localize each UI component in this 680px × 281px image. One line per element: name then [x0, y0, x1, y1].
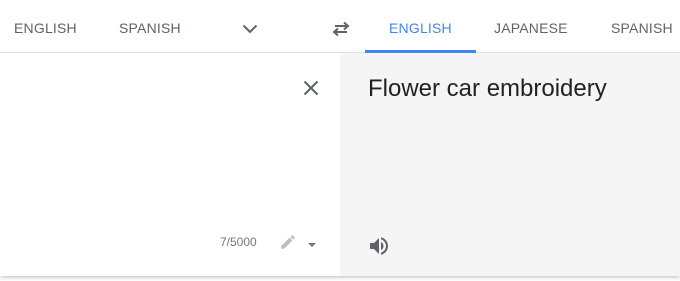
- chevron-down-icon[interactable]: [238, 17, 262, 41]
- caret-down-icon[interactable]: [306, 237, 318, 247]
- translate-card: ENGLISH SPANISH ENGLISH JAPANESE SPANISH…: [0, 0, 680, 276]
- tab-label: JAPANESE: [494, 20, 568, 36]
- language-bar: ENGLISH SPANISH ENGLISH JAPANESE SPANISH: [0, 5, 680, 53]
- swap-icon[interactable]: [329, 17, 353, 41]
- source-lang-tab-spanish[interactable]: SPANISH: [119, 5, 181, 52]
- target-lang-tab-spanish[interactable]: SPANISH: [611, 5, 673, 52]
- translation-text: Flower car embroidery: [368, 75, 607, 102]
- pencil-icon[interactable]: [279, 233, 297, 251]
- target-lang-tab-japanese[interactable]: JAPANESE: [494, 5, 568, 52]
- target-pane: Flower car embroidery: [340, 53, 680, 276]
- target-lang-tab-english[interactable]: ENGLISH: [365, 5, 476, 53]
- tab-label: ENGLISH: [14, 20, 77, 36]
- source-pane: 7/5000: [0, 53, 340, 276]
- tab-label: SPANISH: [611, 20, 673, 36]
- source-text-input[interactable]: [24, 73, 288, 227]
- speaker-icon[interactable]: [367, 234, 391, 258]
- close-icon[interactable]: [299, 76, 323, 100]
- tab-label: ENGLISH: [389, 20, 452, 36]
- source-lang-tab-english[interactable]: ENGLISH: [14, 5, 77, 52]
- character-count: 7/5000: [220, 235, 257, 249]
- tab-label: SPANISH: [119, 20, 181, 36]
